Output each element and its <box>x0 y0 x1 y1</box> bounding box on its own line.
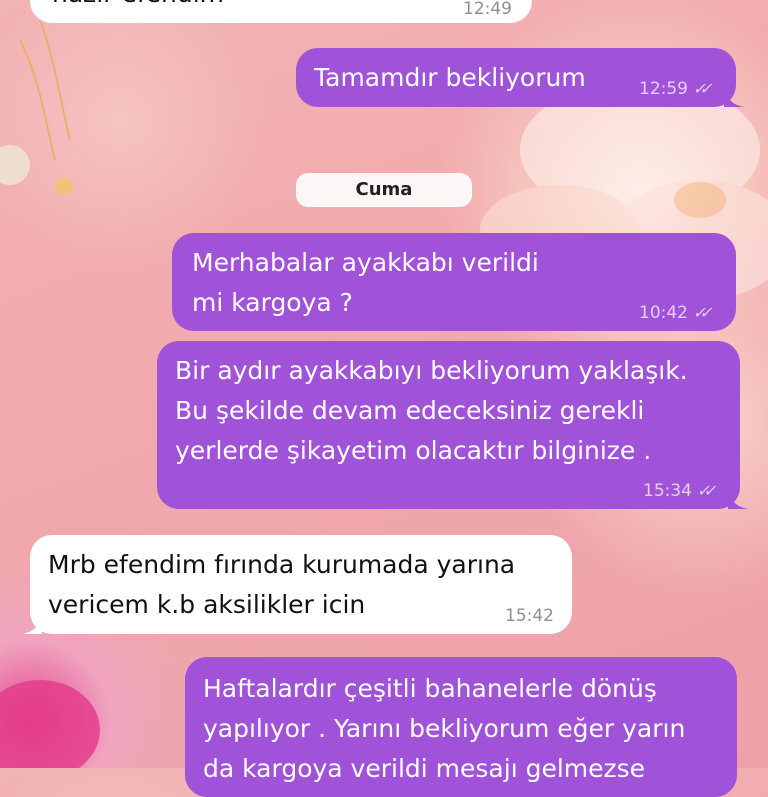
message-time: 10:42 <box>639 303 688 323</box>
bubble-tail <box>728 491 748 509</box>
message-time: 15:34 <box>643 481 692 501</box>
message-time: 15:42 <box>505 606 554 626</box>
message-text: Mrb efendim fırında kurumada yarına veri… <box>48 550 516 619</box>
message-bubble-incoming[interactable]: hazır efendim 12:49 <box>30 0 532 23</box>
message-bubble-outgoing[interactable]: Haftalardır çeşitli bahanelerle dönüş ya… <box>185 657 737 797</box>
bubble-tail <box>724 89 744 107</box>
message-bubble-incoming[interactable]: Mrb efendim fırında kurumada yarına veri… <box>22 535 572 634</box>
message-text: hazır efendim <box>52 0 224 14</box>
bubble-tail <box>22 616 42 634</box>
message-bubble-outgoing[interactable]: Merhabalar ayakkabı verildi mi kargoya ?… <box>172 233 736 331</box>
message-text: Tamamdır bekliyorum <box>314 63 586 92</box>
message-time: 12:49 <box>463 0 512 19</box>
message-text: Merhabalar ayakkabı verildi mi kargoya ? <box>192 248 539 317</box>
message-time: 12:59 <box>639 79 688 99</box>
double-check-icon: ✓✓ <box>692 303 709 322</box>
day-separator: Cuma <box>296 173 472 207</box>
message-text: Bir aydır ayakkabıyı bekliyorum yaklaşık… <box>175 356 688 465</box>
message-bubble-outgoing[interactable]: Bir aydır ayakkabıyı bekliyorum yaklaşık… <box>157 341 748 509</box>
double-check-icon: ✓✓ <box>692 79 709 98</box>
message-bubble-outgoing[interactable]: Tamamdır bekliyorum 12:59 ✓✓ <box>296 48 744 107</box>
message-text: Haftalardır çeşitli bahanelerle dönüş ya… <box>203 674 686 783</box>
double-check-icon: ✓✓ <box>696 481 713 500</box>
